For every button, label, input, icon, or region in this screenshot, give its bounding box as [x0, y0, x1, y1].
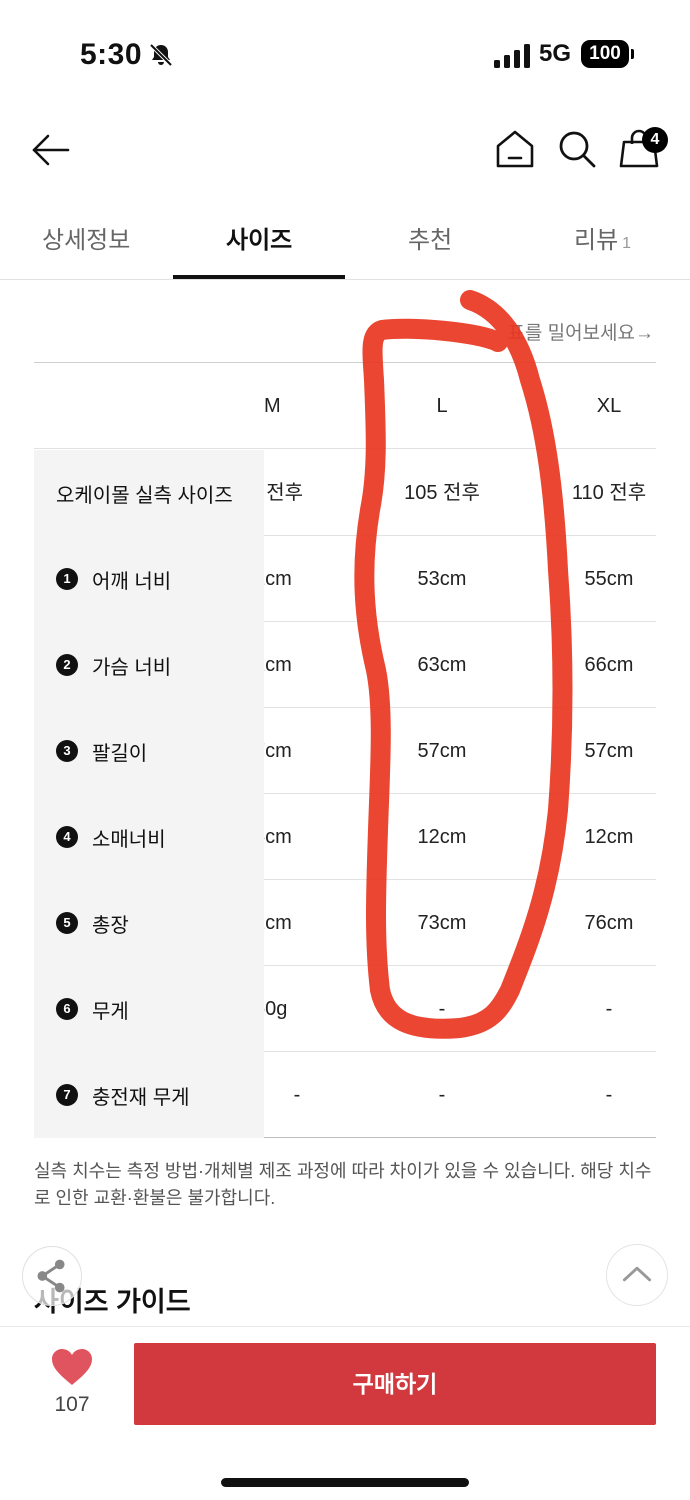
table-row: 4 소매너비 5cm 12cm 12cm: [34, 794, 656, 880]
row-label: 4 소매너비: [34, 794, 264, 880]
tab-review[interactable]: 리뷰 1: [574, 220, 631, 255]
tab-size[interactable]: 사이즈: [226, 220, 292, 255]
cell-l: -: [438, 1084, 446, 1106]
active-tab-indicator: [173, 275, 345, 279]
cell-m: 7cm: [264, 740, 292, 762]
chevron-up-icon: [622, 1266, 652, 1282]
row-number-badge: 4: [56, 826, 78, 848]
row-label: 3 팔길이: [34, 708, 264, 794]
cell-xl: 66cm: [584, 654, 634, 676]
cell-xl: 55cm: [584, 568, 634, 590]
bottom-action-bar: 107 구매하기: [0, 1326, 690, 1500]
row-label: 2 가슴 너비: [34, 622, 264, 708]
cell-m: 2cm: [264, 912, 292, 934]
table-row: 2 가슴 너비 1cm 63cm 66cm: [34, 622, 656, 708]
row-label: 5 총장: [34, 880, 264, 966]
table-row: 7 충전재 무게 - - -: [34, 1052, 656, 1138]
column-header-xl: XL: [596, 395, 622, 417]
arrow-left-icon: [32, 134, 70, 166]
row-label: 6 무게: [34, 966, 264, 1052]
bell-off-icon: [149, 43, 173, 67]
tab-detail[interactable]: 상세정보: [42, 220, 130, 255]
home-icon: [496, 130, 534, 168]
row-label-text: 충전재 무게: [92, 1086, 190, 1109]
table-header-row: M L XL: [34, 363, 656, 449]
tab-review-count: 1: [622, 235, 632, 252]
tab-recommend[interactable]: 추천: [408, 220, 452, 255]
row-number-badge: 5: [56, 912, 78, 934]
row-number-badge: 7: [56, 1084, 78, 1106]
cell-l: 53cm: [417, 568, 467, 590]
scroll-to-top-button[interactable]: [606, 1244, 668, 1306]
share-icon: [37, 1259, 65, 1293]
row-number-badge: 3: [56, 740, 78, 762]
column-header-m: M: [264, 395, 281, 417]
heart-icon: [52, 1349, 92, 1385]
back-button[interactable]: [30, 130, 72, 170]
column-header-l: L: [436, 395, 448, 417]
row-label-text: 가슴 너비: [92, 656, 172, 679]
cell-l: 57cm: [417, 740, 467, 762]
size-disclaimer: 실측 치수는 측정 방법·개체별 제조 과정에 따라 차이가 있을 수 있습니다…: [34, 1161, 652, 1208]
row-label-text: 무게: [92, 1000, 129, 1023]
table-row: 3 팔길이 7cm 57cm 57cm: [34, 708, 656, 794]
row-label: 오케이몰 실측 사이즈: [34, 450, 264, 536]
status-time: 5:30: [80, 38, 143, 71]
like-button[interactable]: 107: [44, 1345, 100, 1425]
search-icon: [559, 131, 596, 168]
table-row: 오케이몰 실측 사이즈 ) 전후 105 전후 110 전후: [34, 450, 656, 536]
like-count: 107: [54, 1393, 90, 1416]
table-row: 5 총장 2cm 73cm 76cm: [34, 880, 656, 966]
row-label-text: 총장: [92, 914, 129, 937]
cell-xl: -: [605, 1084, 613, 1106]
cell-l: -: [438, 998, 446, 1020]
cell-xl: 12cm: [584, 826, 634, 848]
home-indicator: [221, 1478, 469, 1487]
swipe-hint: 표를 밀어보세요→: [507, 323, 654, 344]
battery-icon: 100: [581, 40, 634, 68]
cell-l: 73cm: [417, 912, 467, 934]
row-number-badge: 2: [56, 654, 78, 676]
row-number-badge: 6: [56, 998, 78, 1020]
cart-count-badge: 4: [642, 127, 668, 153]
cell-l: 12cm: [417, 826, 467, 848]
cell-xl: 76cm: [584, 912, 634, 934]
cell-l: 105 전후: [404, 482, 480, 504]
tab-review-label: 리뷰: [574, 227, 619, 254]
cell-m: -: [293, 1084, 301, 1106]
cell-xl: -: [605, 998, 613, 1020]
cell-m: 1cm: [264, 568, 292, 590]
cell-m: ) 전후: [264, 482, 304, 504]
cell-m: 60g: [264, 998, 288, 1020]
share-button[interactable]: [22, 1246, 82, 1306]
buy-button[interactable]: 구매하기: [134, 1343, 656, 1425]
row-label-text: 팔길이: [92, 742, 148, 765]
home-button[interactable]: [494, 128, 536, 170]
row-label: 1 어깨 너비: [34, 536, 264, 622]
tab-bar: 상세정보 사이즈 추천 리뷰 1: [0, 208, 690, 280]
cell-m: 1cm: [264, 654, 292, 676]
row-label-text: 어깨 너비: [92, 570, 172, 593]
network-label: 5G: [539, 40, 572, 67]
signal-icon: [494, 44, 530, 68]
row-label-text: 오케이몰 실측 사이즈: [56, 484, 233, 507]
cell-xl: 57cm: [584, 740, 634, 762]
cell-xl: 110 전후: [571, 482, 647, 504]
table-row: 6 무게 60g - -: [34, 966, 656, 1052]
table-row: 1 어깨 너비 1cm 53cm 55cm: [34, 536, 656, 622]
row-label-text: 소매너비: [92, 828, 166, 851]
row-number-badge: 1: [56, 568, 78, 590]
cell-l: 63cm: [417, 654, 467, 676]
cell-m: 5cm: [264, 826, 292, 848]
row-label: 7 충전재 무게: [34, 1052, 264, 1138]
search-button[interactable]: [556, 128, 598, 170]
